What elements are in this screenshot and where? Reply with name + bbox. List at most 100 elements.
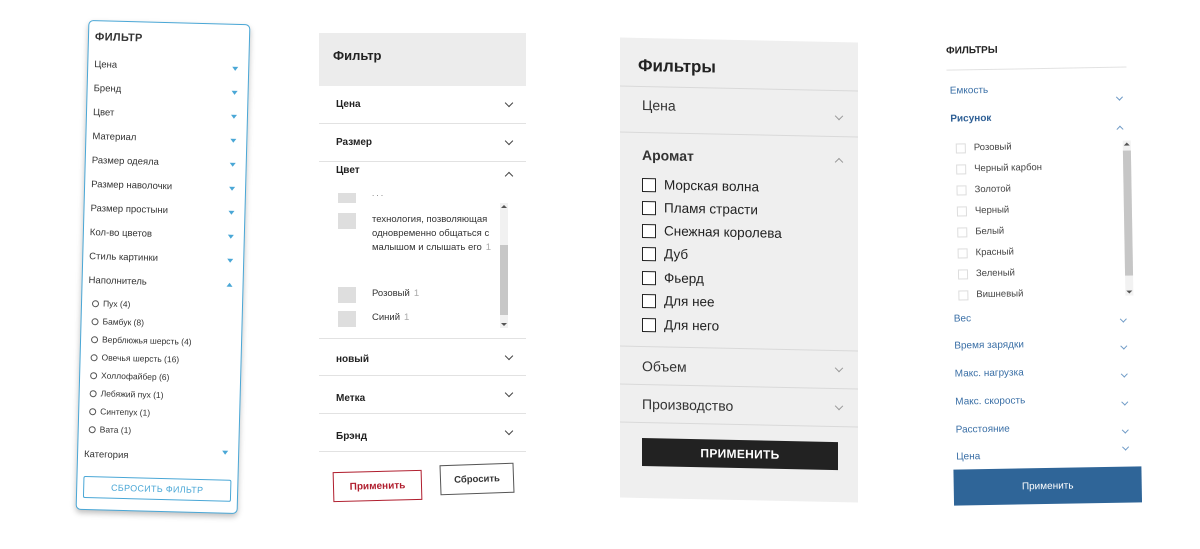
filter-section-weight[interactable]: Вес [954,310,1132,331]
filter-checkbox[interactable]: Дуб [642,246,688,262]
chevron-down-icon [231,90,238,95]
filter-checkbox[interactable]: Белый [957,226,1004,238]
filter-section-charging-time[interactable]: Время зарядки [954,337,1132,358]
filter-checkbox[interactable]: Для него [642,317,719,334]
chevron-down-icon [1120,342,1128,350]
filter-checkbox[interactable]: Фьерд [642,270,704,286]
scroll-down-icon[interactable] [501,323,507,326]
chevron-down-icon [504,136,514,146]
filter-section-new[interactable]: новый [319,338,526,376]
color-option[interactable]: Розовый 1 [338,287,419,303]
filter-option[interactable]: Синтепух (1) [89,404,150,420]
scrollbar-thumb[interactable] [1122,150,1134,276]
panel-title: Фильтры [638,55,716,77]
filter-section-color[interactable]: Цвет [93,107,241,127]
filter-checkbox[interactable]: Зеленый [957,268,1015,280]
radio-icon [91,317,99,325]
filter-checkbox[interactable]: Пламя страсти [642,200,758,217]
filter-checkbox[interactable]: Черный [956,205,1009,217]
checkbox-icon [642,270,656,285]
checkbox-icon [642,246,656,261]
filter-section-pillowcase-size[interactable]: Размер наволочки [91,179,239,199]
filter-option[interactable]: Верблюжья шерсть (4) [90,332,192,349]
scroll-up-icon[interactable] [501,205,507,208]
scrollbar[interactable] [1122,140,1134,296]
filter-checkbox[interactable]: Морская волна [642,177,759,194]
checkbox-icon [956,163,967,175]
filter-section-tag[interactable]: Метка [319,376,526,414]
checkbox-icon [957,247,968,259]
filter-checkbox[interactable]: Для нее [642,293,715,309]
chevron-down-icon [230,138,237,143]
filter-section-filler[interactable]: Наполнитель [88,275,236,295]
chevron-down-icon [229,162,236,167]
chevron-down-icon [230,114,238,119]
filter-section-sheet-size[interactable]: Размер простыни [90,203,238,223]
filter-section-volume[interactable]: Объем [620,346,858,390]
filter-panel-1: ФИЛЬТР Цена Бренд Цвет Материал Размер о… [75,19,251,515]
scroll-up-icon[interactable] [1123,142,1130,146]
scrollbar[interactable] [500,203,508,328]
apply-button[interactable]: Применить [332,469,423,503]
filter-checkbox[interactable]: Снежная королева [642,223,782,241]
apply-button[interactable]: Применить [953,466,1143,506]
chevron-down-icon [834,401,844,411]
chevron-down-icon [227,234,234,239]
filter-section-color-count[interactable]: Кол-во цветов [90,227,238,247]
filter-section-blanket-size[interactable]: Размер одеяла [91,155,239,175]
checkbox-icon [642,317,656,332]
filter-section-brand[interactable]: Бренд [93,83,241,103]
filter-checkbox[interactable]: Красный [957,247,1014,259]
chevron-down-icon [834,363,844,373]
filter-panel-2: Фильтр Цена Размер Цвет . . . технология… [319,33,526,513]
chevron-down-icon [1120,370,1128,378]
reset-button[interactable]: Сбросить [439,462,515,496]
filter-section-distance[interactable]: Расстояние [956,421,1134,442]
filter-section-category[interactable]: Категория [84,449,232,469]
filter-section-capacity[interactable]: Емкость [950,83,1128,104]
chevron-down-icon [1115,93,1123,101]
filter-section-production[interactable]: Производство [620,384,858,428]
color-option-partial[interactable]: . . . [338,193,383,203]
checkbox-icon [642,200,656,215]
filter-section-price[interactable]: Цена [94,59,242,79]
color-option[interactable]: Синий 1 [338,311,409,327]
scroll-down-icon[interactable] [1126,290,1133,294]
color-swatch [338,193,356,203]
filter-option[interactable]: Пух (4) [91,296,131,311]
filter-section-max-speed[interactable]: Макс. скорость [955,393,1133,414]
filter-section-material[interactable]: Материал [92,131,240,151]
filter-section-price[interactable]: Цена [620,85,858,138]
filter-checkbox[interactable]: Золотой [956,184,1011,196]
filter-section-brand[interactable]: Брэнд [319,414,526,452]
color-option[interactable]: технология, позволяющая одновременно общ… [338,213,492,255]
chevron-down-icon [504,98,514,108]
apply-button[interactable]: ПРИМЕНИТЬ [642,437,838,471]
filter-option[interactable]: Вата (1) [88,422,132,437]
filter-section-price[interactable]: Цена [319,86,526,124]
chevron-down-icon [229,186,236,191]
filter-section-picture-style[interactable]: Стиль картинки [89,251,237,271]
scrollbar-thumb[interactable] [500,245,508,315]
chevron-up-icon[interactable] [834,157,844,167]
color-swatch [338,311,356,327]
filter-option[interactable]: Лебяжий пух (1) [89,386,164,402]
color-options-list: . . . технология, позволяющая одновремен… [319,193,526,333]
reset-filter-button[interactable]: СБРОСИТЬ ФИЛЬТР [82,475,232,502]
filter-option[interactable]: Холлофайбер (6) [90,368,170,384]
filter-checkbox[interactable]: Черный карбон [956,162,1042,174]
filter-section-max-load[interactable]: Макс. нагрузка [955,365,1133,386]
panel-title: ФИЛЬТРЫ [946,44,998,57]
filter-option[interactable]: Овечья шерсть (16) [90,350,179,366]
chevron-down-icon [1119,315,1127,323]
filter-section-aroma: Аромат Морская волна Пламя страсти Снежн… [620,132,858,352]
filter-checkbox[interactable]: Вишневый [958,288,1023,300]
chevron-down-icon [232,66,239,71]
color-swatch [338,213,356,229]
filter-checkbox[interactable]: Розовый [955,142,1012,154]
filter-section-pattern[interactable]: Рисунок [950,111,1128,133]
chevron-up-icon [504,171,514,181]
filter-section-color[interactable]: Цвет [319,155,526,193]
color-swatch [338,287,356,303]
filter-option[interactable]: Бамбук (8) [91,314,144,329]
